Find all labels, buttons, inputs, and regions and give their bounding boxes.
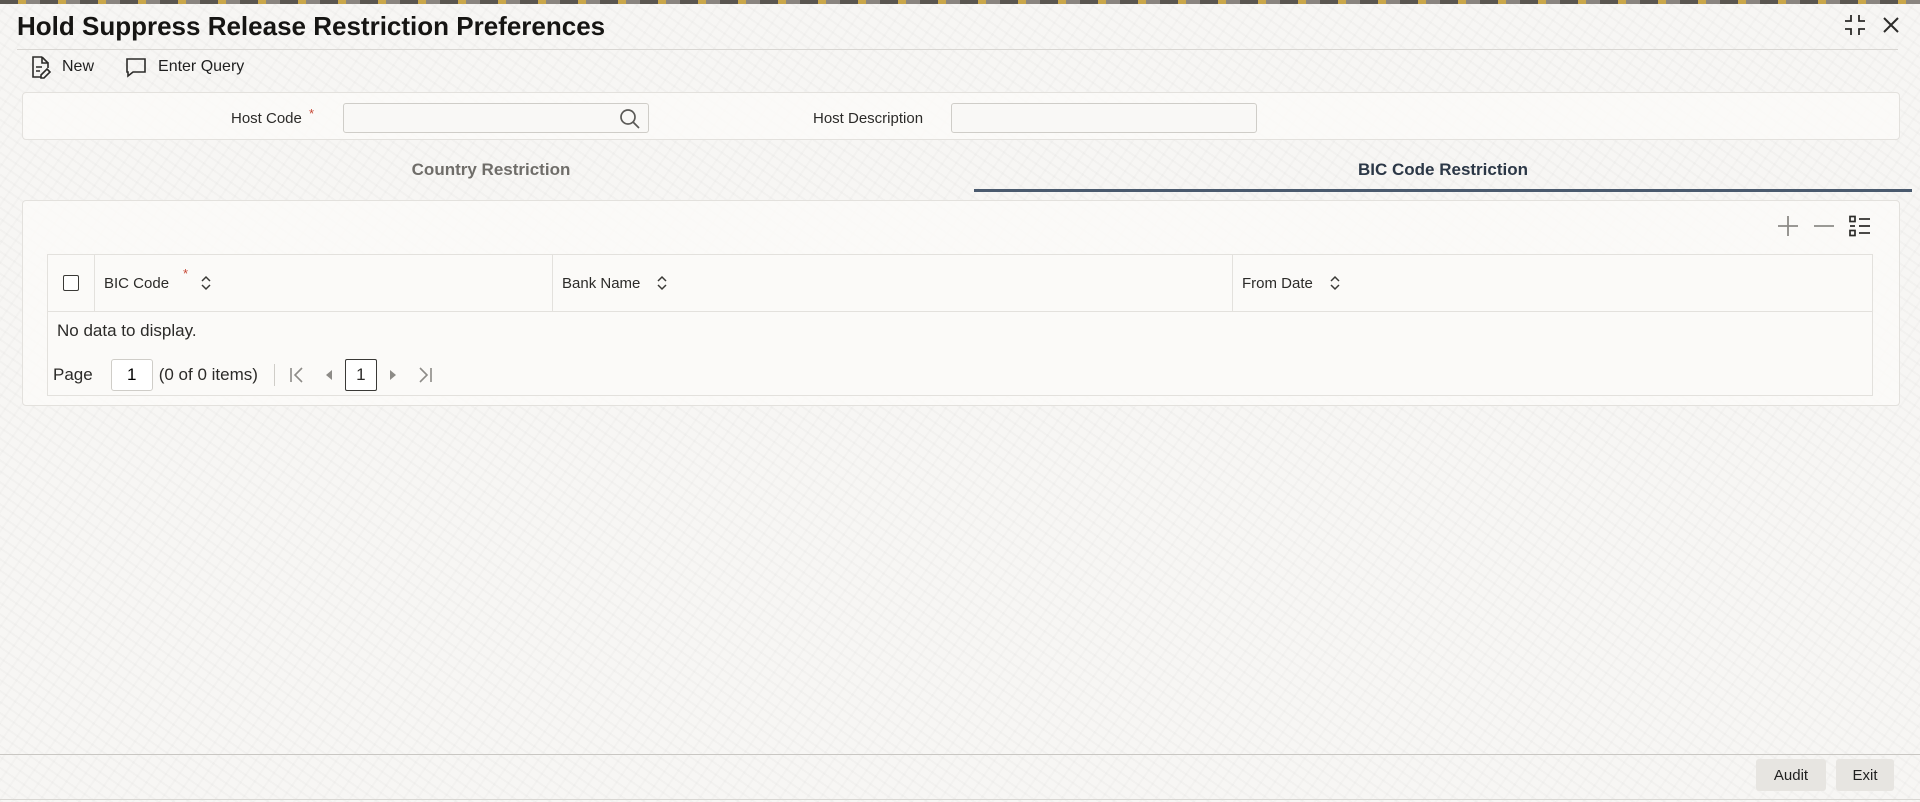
bottom-edge (0, 799, 1920, 800)
plus-icon (1778, 216, 1798, 236)
host-code-required-marker: * (309, 106, 315, 121)
column-bank-name[interactable]: Bank Name (553, 255, 1233, 311)
single-view-button[interactable] (1847, 213, 1873, 239)
bic-code-table: BIC Code * Bank Name From Date No data t… (47, 254, 1873, 396)
column-label: BIC Code (104, 274, 170, 292)
items-count: (0 of 0 items) (158, 365, 258, 384)
next-page-icon (389, 370, 396, 380)
title-divider (17, 49, 1898, 50)
sort-icon (201, 275, 211, 291)
delete-row-button[interactable] (1811, 213, 1837, 239)
last-page-icon (419, 367, 432, 383)
audit-button[interactable]: Audit (1756, 759, 1826, 791)
new-button[interactable]: New (28, 55, 94, 79)
sort-button[interactable] (1329, 275, 1341, 291)
sort-icon (657, 275, 667, 291)
search-icon[interactable] (619, 108, 641, 130)
sort-button[interactable] (200, 275, 212, 291)
empty-message: No data to display. (57, 321, 197, 340)
header-panel: Host Code * Host Description (22, 92, 1900, 140)
last-page-button[interactable] (413, 363, 437, 387)
pagination: Page (0 of 0 items) 1 (53, 359, 437, 391)
tab-label: Country Restriction (411, 160, 571, 179)
current-page-indicator[interactable]: 1 (344, 359, 377, 391)
window-controls (1842, 12, 1904, 38)
column-bic-code[interactable]: BIC Code * (95, 255, 553, 311)
column-label: Bank Name (562, 274, 641, 292)
previous-page-icon (325, 370, 332, 380)
tab-bic-code-restriction[interactable]: BIC Code Restriction (974, 148, 1912, 192)
grid-actions (1775, 213, 1873, 239)
first-page-icon (290, 367, 303, 383)
sort-button[interactable] (656, 275, 668, 291)
host-description-label: Host Description (813, 110, 924, 127)
enter-query-label: Enter Query (158, 58, 245, 75)
column-from-date[interactable]: From Date (1233, 255, 1872, 311)
host-code-input[interactable] (343, 103, 649, 133)
speech-bubble-icon (126, 58, 146, 78)
sort-icon (1330, 275, 1340, 291)
enter-query-button[interactable]: Enter Query (124, 55, 244, 79)
host-description-input[interactable] (951, 103, 1257, 133)
page-number-input[interactable] (110, 359, 153, 391)
footer-divider (0, 754, 1920, 755)
table-header: BIC Code * Bank Name From Date (48, 255, 1872, 312)
new-document-icon (32, 56, 52, 79)
new-label: New (62, 58, 95, 75)
previous-page-button[interactable] (317, 363, 341, 387)
close-button[interactable] (1878, 12, 1904, 38)
pager-divider (273, 364, 275, 386)
page-label: Page (53, 365, 93, 384)
first-page-button[interactable] (285, 363, 309, 387)
top-decor-strip (0, 0, 1920, 4)
select-all-checkbox[interactable] (63, 275, 79, 291)
list-view-icon (1849, 215, 1870, 237)
toolbar: New Enter Query (28, 52, 244, 82)
tab-label: BIC Code Restriction (1357, 160, 1529, 179)
tab-country-restriction[interactable]: Country Restriction (22, 148, 960, 192)
next-page-button[interactable] (381, 363, 405, 387)
bic-code-grid-panel: BIC Code * Bank Name From Date No data t… (22, 200, 1900, 406)
bic-code-required-marker: * (183, 265, 189, 281)
page-title: Hold Suppress Release Restriction Prefer… (17, 11, 606, 41)
minus-icon (1814, 225, 1834, 227)
collapse-icon (1845, 15, 1865, 35)
host-code-label: Host Code (231, 110, 302, 127)
select-all-cell (48, 255, 95, 311)
tab-bar: Country Restriction BIC Code Restriction (22, 148, 1912, 192)
collapse-button[interactable] (1842, 12, 1868, 38)
column-label: From Date (1242, 274, 1313, 292)
add-row-button[interactable] (1775, 213, 1801, 239)
exit-button[interactable]: Exit (1836, 759, 1894, 791)
close-icon (1883, 17, 1899, 33)
